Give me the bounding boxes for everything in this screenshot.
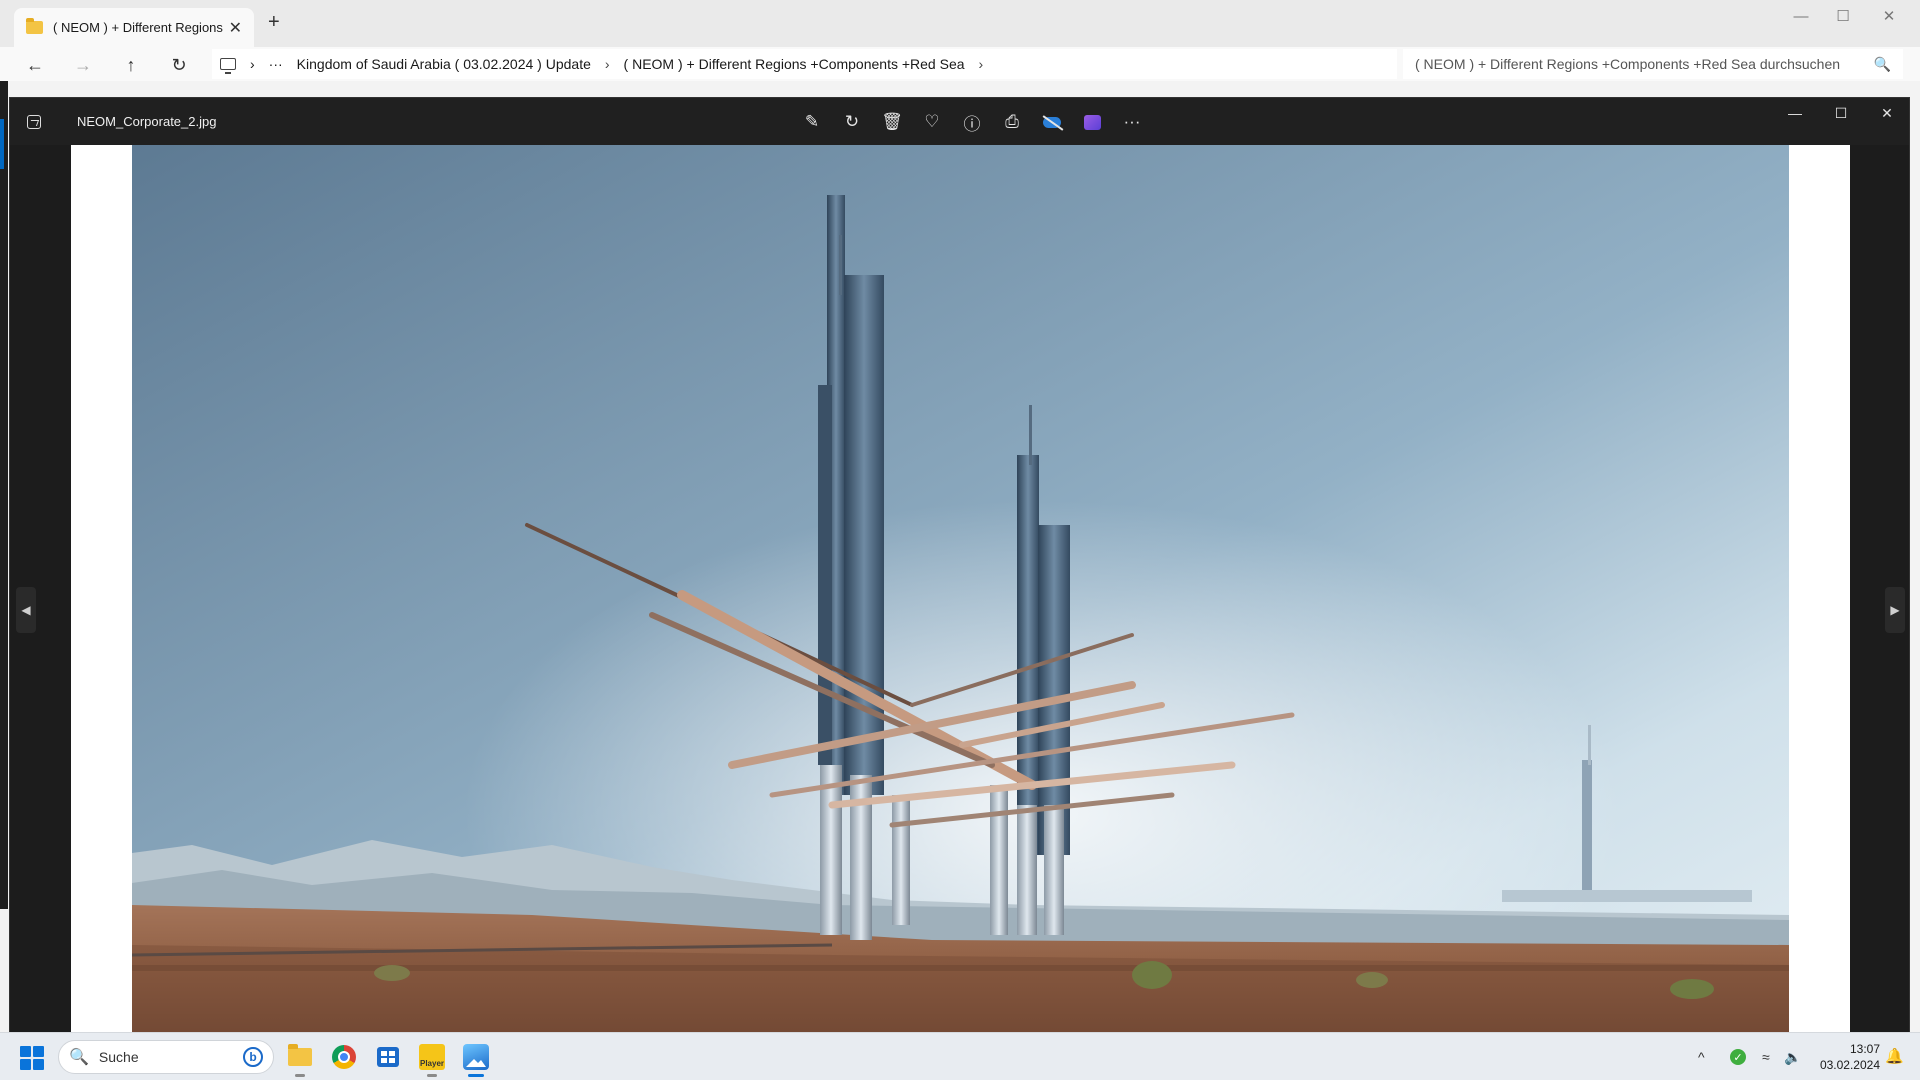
onedrive-off-icon[interactable] (1032, 108, 1072, 136)
next-image-button[interactable]: ▶ (1885, 587, 1905, 633)
breadcrumb-sep-icon[interactable]: › (250, 56, 255, 72)
forward-arrow-icon[interactable]: → (70, 52, 96, 78)
taskbar-clock[interactable]: 13:07 03.02.2024 (1800, 1041, 1880, 1073)
image-canvas[interactable]: ◀ ▶ (10, 145, 1909, 1033)
more-options-icon[interactable]: ··· (1112, 108, 1152, 136)
refresh-icon[interactable]: ↻ (166, 52, 192, 78)
viewer-filename: NEOM_Corporate_2.jpg (77, 114, 217, 129)
explorer-close-button[interactable]: ✕ (1866, 0, 1912, 32)
explorer-nav-bar: ← → ↑ ↻ › ··· Kingdom of Saudi Arabia ( … (0, 47, 1920, 81)
file-explorer-icon (288, 1044, 312, 1066)
tray-overflow-chevron[interactable]: ^ (1698, 1033, 1705, 1080)
explorer-scrollbar[interactable] (1910, 81, 1920, 1032)
breadcrumb-item-neom[interactable]: ( NEOM ) + Different Regions +Components… (624, 56, 965, 72)
bing-icon[interactable]: b (243, 1047, 263, 1067)
security-shield-icon: ✓ (1730, 1049, 1746, 1065)
print-icon[interactable]: ⎙ (992, 108, 1032, 136)
taskbar-search-label: Suche (98, 1049, 139, 1065)
breadcrumb-item-saudi-arabia[interactable]: Kingdom of Saudi Arabia ( 03.02.2024 ) U… (297, 56, 591, 72)
viewer-minimize-button[interactable]: — (1772, 98, 1818, 128)
search-icon: 🔍 (1873, 55, 1891, 72)
tray-security[interactable]: ✓ (1730, 1033, 1746, 1080)
chrome-icon (332, 1045, 356, 1069)
clipchamp-icon[interactable] (1072, 108, 1112, 136)
taskbar-file-explorer[interactable] (284, 1041, 316, 1077)
clock-date: 03.02.2024 (1819, 1058, 1880, 1072)
taskbar-search-box[interactable]: 🔍 Suche b (58, 1040, 274, 1074)
running-indicator (295, 1074, 305, 1077)
image-background (71, 145, 1850, 1033)
search-icon: 🔍 (69, 1049, 89, 1066)
delete-icon[interactable]: 🗑 (872, 108, 912, 136)
info-icon[interactable]: ⓘ (952, 108, 992, 136)
breadcrumb-more-button[interactable]: ··· (269, 56, 283, 72)
taskbar-player[interactable]: Player (416, 1041, 448, 1077)
explorer-nav-pane-edge (0, 81, 8, 909)
previous-image-button[interactable]: ◀ (16, 587, 36, 633)
wifi-icon[interactable]: ≈ (1762, 1033, 1770, 1080)
explorer-tab-title: ( NEOM ) + Different Regions (53, 20, 223, 35)
edit-image-icon[interactable]: ✎ (792, 108, 832, 136)
running-indicator (427, 1074, 437, 1077)
volume-icon[interactable]: 🔈 (1784, 1033, 1801, 1080)
media-player-icon: Player (419, 1044, 445, 1070)
back-arrow-icon[interactable]: ← (22, 52, 48, 78)
microsoft-store-icon (377, 1047, 399, 1067)
explorer-tab[interactable]: ( NEOM ) + Different Regions ✕ (14, 8, 254, 47)
favorite-heart-icon[interactable]: ♡ (912, 108, 952, 136)
breadcrumb-sep-icon[interactable]: › (605, 56, 610, 72)
notification-bell-icon[interactable]: 🔔 (1885, 1047, 1904, 1065)
taskbar: 🔍 Suche b Player ^ ✓ ≈ 🔈 13:07 03.02.202… (0, 1032, 1920, 1080)
new-tab-button[interactable]: + (268, 11, 280, 34)
explorer-maximize-button[interactable]: ☐ (1820, 0, 1866, 32)
viewer-maximize-button[interactable]: ☐ (1818, 98, 1864, 128)
explorer-minimize-button[interactable]: — (1778, 0, 1824, 32)
breadcrumb-sep-icon[interactable]: › (979, 56, 984, 72)
photos-app-icon[interactable] (10, 98, 58, 145)
explorer-search-placeholder: ( NEOM ) + Different Regions +Components… (1415, 56, 1841, 72)
explorer-tab-bar: ( NEOM ) + Different Regions ✕ + — ☐ ✕ (0, 0, 1920, 47)
explorer-search-input[interactable]: ( NEOM ) + Different Regions +Components… (1403, 49, 1903, 79)
neom-photo (132, 145, 1789, 1033)
viewer-close-button[interactable]: ✕ (1864, 98, 1910, 128)
active-app-indicator (468, 1074, 484, 1077)
taskbar-store[interactable] (372, 1041, 404, 1073)
neom-render-illustration (132, 145, 1789, 1033)
taskbar-photos[interactable] (460, 1041, 492, 1077)
folder-icon (26, 18, 43, 34)
photos-viewer-window: NEOM_Corporate_2.jpg ✎ ↻ 🗑 ♡ ⓘ ⎙ ··· — ☐… (9, 97, 1910, 1033)
address-bar[interactable]: › ··· Kingdom of Saudi Arabia ( 03.02.20… (212, 49, 1397, 79)
this-pc-icon[interactable] (220, 58, 236, 74)
taskbar-chrome[interactable] (328, 1041, 360, 1073)
clock-time: 13:07 (1849, 1042, 1880, 1056)
viewer-title-bar: NEOM_Corporate_2.jpg ✎ ↻ 🗑 ♡ ⓘ ⎙ ··· — ☐… (10, 98, 1909, 145)
viewer-toolbar: ✎ ↻ 🗑 ♡ ⓘ ⎙ ··· (792, 108, 1152, 136)
windows-start-icon[interactable] (20, 1046, 44, 1070)
rotate-icon[interactable]: ↻ (832, 108, 872, 136)
photos-icon (463, 1044, 489, 1070)
nav-pane-selection-indicator (0, 119, 4, 169)
close-tab-icon[interactable]: ✕ (229, 18, 242, 38)
up-arrow-icon[interactable]: ↑ (118, 52, 144, 78)
